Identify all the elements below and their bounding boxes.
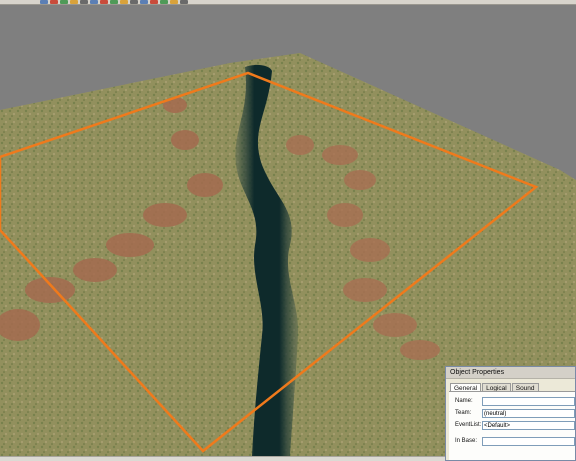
- general-tab-body: Name: Team: (neutral) EventList: <Defaul…: [449, 391, 575, 460]
- inbase-label: In Base:: [455, 438, 478, 444]
- eventlist-label: EventList:: [455, 422, 482, 428]
- water-icon[interactable]: [120, 0, 128, 4]
- name-field[interactable]: [482, 397, 575, 406]
- grid-icon[interactable]: [180, 0, 188, 4]
- rotate-icon[interactable]: [100, 0, 108, 4]
- camera-icon[interactable]: [170, 0, 178, 4]
- waypoint-icon[interactable]: [150, 0, 158, 4]
- name-label: Name:: [455, 398, 473, 404]
- terrain-icon[interactable]: [110, 0, 118, 4]
- light-icon[interactable]: [160, 0, 168, 4]
- road-icon[interactable]: [130, 0, 138, 4]
- team-label: Team:: [455, 410, 472, 416]
- undo-icon[interactable]: [60, 0, 68, 4]
- open-icon[interactable]: [40, 0, 48, 4]
- object-properties-panel: Object Properties General Logical Sound …: [445, 366, 576, 461]
- eventlist-select[interactable]: <Default>: [482, 421, 575, 430]
- move-icon[interactable]: [90, 0, 98, 4]
- inbase-field[interactable]: [482, 437, 575, 446]
- team-select[interactable]: (neutral): [482, 409, 575, 418]
- object-icon[interactable]: [140, 0, 148, 4]
- redo-icon[interactable]: [70, 0, 78, 4]
- panel-title: Object Properties: [446, 367, 575, 379]
- properties-tabs: General Logical Sound: [446, 379, 575, 394]
- select-icon[interactable]: [80, 0, 88, 4]
- save-icon[interactable]: [50, 0, 58, 4]
